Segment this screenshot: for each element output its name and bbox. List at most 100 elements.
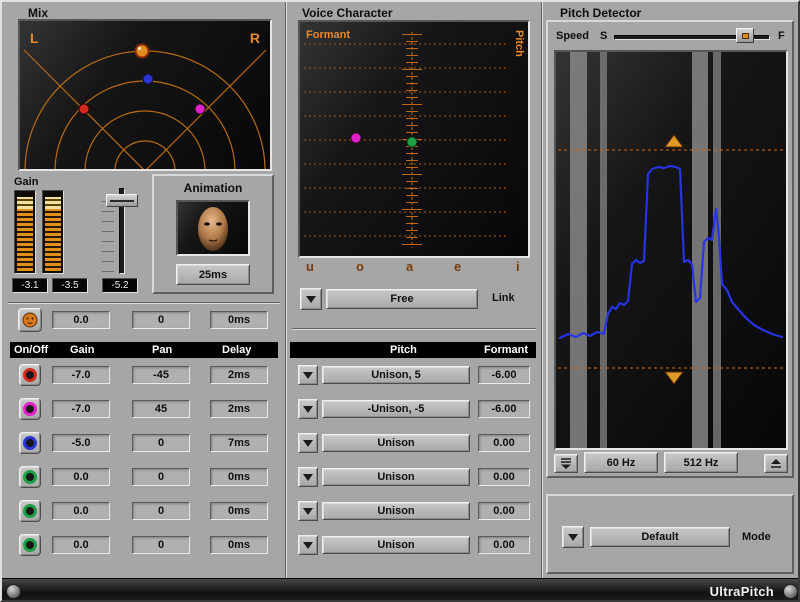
mix-dot-voice-red[interactable] (79, 104, 89, 114)
chevron-down-icon (303, 508, 313, 515)
formant-axis-label: Formant (306, 29, 350, 41)
chevron-down-icon (303, 406, 313, 413)
low-freq-decrease-button[interactable] (554, 454, 578, 473)
voice-4-onoff-button[interactable] (19, 466, 41, 488)
pitch-4-dropdown-button[interactable] (298, 467, 318, 487)
mode-button[interactable]: Default (590, 527, 730, 547)
master-gain-value[interactable]: 0.0 (52, 311, 110, 329)
voice-3-gain-value[interactable]: -5.0 (52, 434, 110, 452)
voice-2-gain-value[interactable]: -7.0 (52, 400, 110, 418)
mix-dot-voice-magenta[interactable] (195, 104, 205, 114)
header-delay: Delay (222, 344, 251, 356)
pitch-table-header: Pitch Formant (290, 342, 536, 358)
pitch-4-interval-button[interactable]: Unison (322, 468, 470, 486)
speed-label: Speed (556, 30, 589, 42)
voice-character-dot-green[interactable] (407, 137, 417, 147)
high-freq-button[interactable]: 512 Hz (664, 452, 738, 473)
mix-dot-animation[interactable] (136, 45, 149, 58)
header-formant: Formant (484, 344, 528, 356)
pitch-1-dropdown-button[interactable] (298, 365, 318, 385)
voice-3-delay-value[interactable]: 7ms (210, 434, 268, 452)
chevron-down-icon (306, 296, 316, 303)
master-voice-button[interactable] (18, 308, 42, 332)
mode-dropdown-button[interactable] (562, 526, 584, 548)
voice-5-onoff-button[interactable] (19, 500, 41, 522)
mode-panel: Default Mode (546, 494, 794, 574)
gain-meter-left-fill (17, 209, 33, 271)
animation-label: Animation (154, 181, 272, 195)
voice-4-color-ring-icon (21, 468, 39, 486)
pitch-3-dropdown-button[interactable] (298, 433, 318, 453)
voice-character-dot-magenta[interactable] (351, 133, 361, 143)
voice-4-pan-value[interactable]: 0 (132, 468, 190, 486)
low-threshold-marker[interactable] (665, 372, 683, 384)
mix-dot-voice-blue[interactable] (143, 74, 153, 84)
voice-6-onoff-button[interactable] (19, 534, 41, 556)
pitch-3-formant-value[interactable]: 0.00 (478, 434, 530, 452)
header-gain: Gain (70, 344, 94, 356)
pitch-6-formant-value[interactable]: 0.00 (478, 536, 530, 554)
high-threshold-marker[interactable] (665, 135, 683, 147)
pitch-1-formant-value[interactable]: -6.00 (478, 366, 530, 384)
pitch-5-formant-value[interactable]: 0.00 (478, 502, 530, 520)
vowel-a-label: a (406, 259, 413, 274)
mix-left-label: L (30, 30, 39, 46)
pitch-2-interval-button[interactable]: -Unison, -5 (322, 400, 470, 418)
voice-3-pan-value[interactable]: 0 (132, 434, 190, 452)
character-mode-dropdown-button[interactable] (300, 288, 322, 310)
speed-slow-label: S (600, 30, 607, 42)
voice-6-color-ring-icon (21, 536, 39, 554)
voice-2-delay-value[interactable]: 2ms (210, 400, 268, 418)
mix-pan-arcs (24, 50, 266, 169)
vowel-e-label: e (454, 259, 461, 274)
speed-thumb-marker (742, 33, 749, 39)
pitch-6-dropdown-button[interactable] (298, 535, 318, 555)
pitch-3-interval-button[interactable]: Unison (322, 434, 470, 452)
low-freq-button[interactable]: 60 Hz (584, 452, 658, 473)
animation-face-icon (178, 202, 248, 254)
pitch-2-formant-value[interactable]: -6.00 (478, 400, 530, 418)
voice-6-pan-value[interactable]: 0 (132, 536, 190, 554)
voice-2-onoff-button[interactable] (19, 398, 41, 420)
pitch-5-interval-button[interactable]: Unison (322, 502, 470, 520)
voice-4-gain-value[interactable]: 0.0 (52, 468, 110, 486)
mode-label: Mode (742, 531, 771, 543)
voice-1-gain-value[interactable]: -7.0 (52, 366, 110, 384)
pitch-4-formant-value[interactable]: 0.00 (478, 468, 530, 486)
animation-face-display (176, 200, 250, 256)
link-toggle[interactable]: Link (492, 292, 515, 304)
character-mode-button[interactable]: Free (326, 289, 478, 309)
gain-readout-left: -3.1 (12, 278, 48, 293)
voice-1-onoff-button[interactable] (19, 364, 41, 386)
voice-5-pan-value[interactable]: 0 (132, 502, 190, 520)
master-delay-value[interactable]: 0ms (210, 311, 268, 329)
bottom-status-bar: UltraPitch (2, 578, 800, 602)
high-freq-increase-button[interactable] (764, 454, 788, 473)
master-pan-value[interactable]: 0 (132, 311, 190, 329)
voice-4-delay-value[interactable]: 0ms (210, 468, 268, 486)
pitch-5-dropdown-button[interactable] (298, 501, 318, 521)
voice-3-onoff-button[interactable] (19, 432, 41, 454)
speed-slider-thumb[interactable] (736, 28, 754, 43)
voice-5-delay-value[interactable]: 0ms (210, 502, 268, 520)
pitch-6-interval-button[interactable]: Unison (322, 536, 470, 554)
animation-time-button[interactable]: 25ms (176, 264, 250, 285)
mix-pan-display: L R (18, 19, 272, 171)
voice-3-color-ring-icon (21, 434, 39, 452)
voice-1-pan-value[interactable]: -45 (132, 366, 190, 384)
chevron-down-icon (303, 474, 313, 481)
voice-1-delay-value[interactable]: 2ms (210, 366, 268, 384)
voice-5-color-ring-icon (21, 502, 39, 520)
voice-6-delay-value[interactable]: 0ms (210, 536, 268, 554)
pitch-2-dropdown-button[interactable] (298, 399, 318, 419)
chevron-down-icon (303, 372, 313, 379)
voice-character-display: Formant Pitch (298, 20, 530, 258)
pitch-1-interval-button[interactable]: Unison, 5 (322, 366, 470, 384)
voice-6-gain-value[interactable]: 0.0 (52, 536, 110, 554)
gain-slider-thumb[interactable] (106, 194, 138, 207)
voice-5-gain-value[interactable]: 0.0 (52, 502, 110, 520)
triangle-up-line-icon (769, 458, 783, 469)
left-divider (8, 302, 280, 304)
mix-dot-animation-highlight (138, 47, 141, 50)
voice-2-pan-value[interactable]: 45 (132, 400, 190, 418)
